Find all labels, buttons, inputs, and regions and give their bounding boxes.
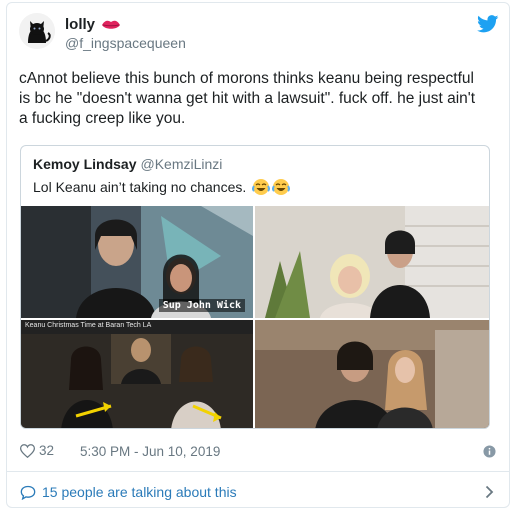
lips-emoji-icon bbox=[102, 20, 121, 29]
tweet-text: cAnnot believe this bunch of morons thin… bbox=[19, 70, 476, 127]
like-button[interactable]: 32 bbox=[20, 443, 54, 458]
tweet-footer: 32 5:30 PM - Jun 10, 2019 bbox=[20, 443, 498, 463]
tweet-header: lolly @f_ingspacequeen bbox=[19, 13, 499, 57]
divider bbox=[7, 471, 509, 472]
photo-1-label: Sup John Wick bbox=[158, 299, 245, 312]
photo-2-image bbox=[255, 206, 489, 318]
cat-avatar-icon bbox=[19, 13, 55, 49]
photo-3[interactable]: Keanu Christmas Time at Baran Tech LA bbox=[21, 320, 253, 428]
photo-3-image bbox=[21, 320, 253, 428]
tweet-card: lolly @f_ingspacequeen cAnnot believe th… bbox=[6, 2, 510, 508]
quoted-tweet[interactable]: Kemoy Lindsay @KemziLinzi Lol Keanu ain’t… bbox=[20, 145, 490, 429]
avatar[interactable] bbox=[19, 13, 55, 49]
joy-emoji-icon bbox=[272, 179, 291, 195]
quoted-name: Kemoy Lindsay bbox=[33, 156, 137, 172]
display-name[interactable]: lolly bbox=[65, 16, 95, 33]
quoted-author[interactable]: Kemoy Lindsay @KemziLinzi bbox=[33, 156, 222, 172]
joy-emojis bbox=[252, 178, 291, 196]
info-icon[interactable] bbox=[483, 445, 496, 458]
twitter-bird-icon[interactable] bbox=[477, 15, 499, 33]
heart-icon bbox=[20, 443, 35, 458]
chevron-right-icon bbox=[485, 485, 494, 499]
author-names[interactable]: lolly @f_ingspacequeen bbox=[65, 15, 186, 51]
photo-4-image bbox=[255, 320, 489, 428]
quoted-text: Lol Keanu ain’t taking no chances. bbox=[33, 179, 247, 195]
like-count: 32 bbox=[39, 443, 55, 458]
photo-1[interactable]: Sup John Wick bbox=[21, 206, 253, 318]
talking-about-link[interactable]: 15 people are talking about this bbox=[20, 481, 498, 503]
photo-2[interactable] bbox=[255, 206, 489, 318]
comment-icon bbox=[20, 485, 36, 500]
photo-grid: Sup John Wick Keanu Christmas Time at Ba… bbox=[21, 206, 489, 428]
talking-about-text: 15 people are talking about this bbox=[42, 484, 237, 500]
photo-4[interactable] bbox=[255, 320, 489, 428]
timestamp[interactable]: 5:30 PM - Jun 10, 2019 bbox=[80, 444, 220, 459]
joy-emoji-icon bbox=[252, 179, 271, 195]
photo-3-caption: Keanu Christmas Time at Baran Tech LA bbox=[25, 322, 152, 329]
author-handle[interactable]: @f_ingspacequeen bbox=[65, 35, 186, 51]
quoted-handle: @KemziLinzi bbox=[140, 156, 223, 172]
quoted-text-row: Lol Keanu ain’t taking no chances. bbox=[33, 178, 291, 196]
